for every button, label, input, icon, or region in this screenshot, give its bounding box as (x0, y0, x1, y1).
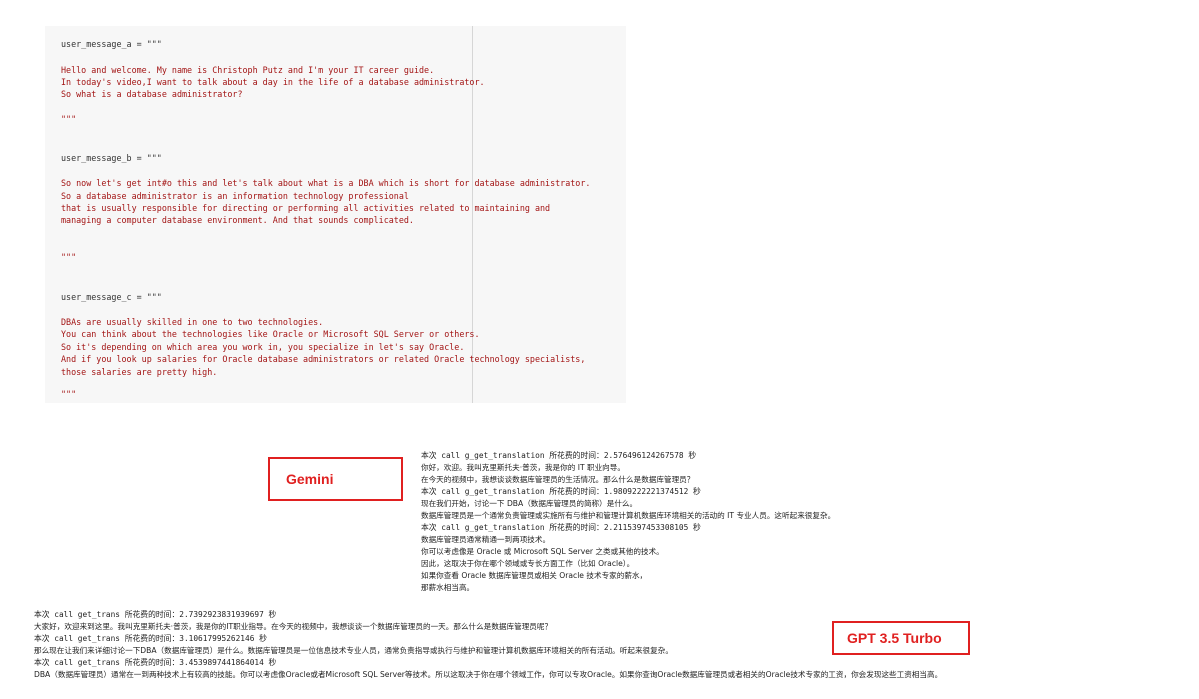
code-line-msg-b-2: So a database administrator is an inform… (61, 191, 409, 201)
code-line-msg-a-3: So what is a database administrator? (61, 89, 243, 99)
code-line-msg-a-open: user_message_a = """ (61, 39, 162, 49)
code-line-msg-a-close: """ (61, 114, 77, 124)
code-line-msg-c-1: DBAs are usually skilled in one to two t… (61, 317, 324, 327)
gemini-output-line: 如果你查看 Oracle 数据库管理员或相关 Oracle 技术专家的薪水， (421, 571, 648, 580)
gpt-label: GPT 3.5 Turbo (847, 630, 942, 646)
gemini-output-line: 现在我们开始，讨论一下 DBA（数据库管理员的简称）是什么。 (421, 499, 638, 508)
gemini-label-box: Gemini (268, 457, 403, 501)
gemini-output-line: 那薪水相当高。 (421, 583, 475, 592)
code-line-msg-c-5: those salaries are pretty high. (61, 367, 218, 377)
gemini-timing-line-3: 本次 call g_get_translation 所花费的时间：2.21153… (421, 523, 701, 532)
code-line-msg-c-4: And if you look up salaries for Oracle d… (61, 354, 586, 364)
code-line-msg-a-2: In today's video,I want to talk about a … (61, 77, 485, 87)
gemini-output-line: 数据库管理员通常精通一到两项技术。 (421, 535, 551, 544)
gemini-timing-line-2: 本次 call g_get_translation 所花费的时间：1.98092… (421, 487, 701, 496)
code-line-msg-b-open: user_message_b = """ (61, 153, 162, 163)
gpt-timing-line-1: 本次 call get_trans 所花费的时间：2.7392923831939… (34, 610, 277, 619)
gemini-output-line: 你好，欢迎。我叫克里斯托夫·普茨，我是你的 IT 职业向导。 (421, 463, 625, 472)
code-line-msg-b-3: that is usually responsible for directin… (61, 203, 551, 213)
code-cell-panel: user_message_a = """ Hello and welcome. … (45, 26, 626, 403)
gpt-label-box: GPT 3.5 Turbo (832, 621, 970, 655)
gemini-timing-line-1: 本次 call g_get_translation 所花费的时间：2.57649… (421, 451, 697, 460)
gemini-output-line: 因此，这取决于你在哪个领域或专长方面工作（比如 Oracle）。 (421, 559, 635, 568)
gpt-output-line: 那么现在让我们来详细讨论一下DBA（数据库管理员）是什么。数据库管理员是一位信息… (34, 646, 673, 655)
gpt-output-line: DBA（数据库管理员）通常在一到两种技术上有较高的技能。你可以考虑像Oracle… (34, 670, 943, 679)
gemini-label: Gemini (286, 471, 334, 487)
gpt-output-line: 大家好，欢迎来到这里。我叫克里斯托夫·普茨，我是你的IT职业指导。在今天的视频中… (34, 622, 553, 631)
gemini-output-line: 你可以考虑像是 Oracle 或 Microsoft SQL Server 之类… (421, 547, 664, 556)
gpt-timing-line-3: 本次 call get_trans 所花费的时间：3.4539897441864… (34, 658, 277, 667)
code-line-msg-c-2: You can think about the technologies lik… (61, 329, 480, 339)
code-line-msg-b-4: managing a computer database environment… (61, 215, 414, 225)
code-line-msg-c-close: """ (61, 389, 77, 399)
code-line-msg-b-close: """ (61, 252, 77, 262)
gemini-output-line: 在今天的视频中，我想谈谈数据库管理员的生活情况。那么什么是数据库管理员？ (421, 475, 695, 484)
gpt-timing-line-2: 本次 call get_trans 所花费的时间：3.1061799526214… (34, 634, 267, 643)
gemini-output-line: 数据库管理员是一个通常负责管理或实施所有与维护和管理计算机数据库环境相关的活动的… (421, 511, 836, 520)
code-line-msg-a-1: Hello and welcome. My name is Christoph … (61, 65, 435, 75)
code-line-msg-c-open: user_message_c = """ (61, 292, 162, 302)
code-line-msg-c-3: So it's depending on which area you work… (61, 342, 465, 352)
code-line-msg-b-1: So now let's get int#o this and let's ta… (61, 178, 591, 188)
